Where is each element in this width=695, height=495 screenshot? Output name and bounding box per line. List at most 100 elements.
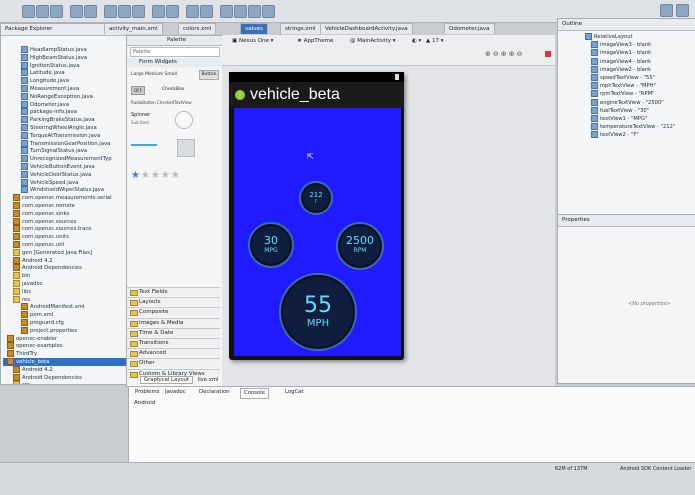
outline-item[interactable]: textView1 - "MPG" (585, 115, 647, 123)
bottom-tab[interactable]: LogCat (282, 388, 306, 397)
palette-section[interactable]: Advanced (127, 348, 220, 358)
palette-section[interactable]: Composite (127, 307, 220, 317)
memory-indicator[interactable]: 62M of 137M (555, 466, 588, 472)
bottom-tab[interactable]: Problems (132, 388, 162, 397)
explorer-item[interactable]: com.openxc.remote (3, 202, 126, 210)
explorer-item[interactable]: TurnSignalStatus.java (3, 147, 126, 155)
explorer-item[interactable]: Android 4.2 (3, 365, 126, 374)
new-icon[interactable] (22, 5, 35, 18)
toggle-button-widget[interactable]: OFF (131, 86, 145, 95)
palette-search-field[interactable]: Palette (130, 47, 220, 57)
error-icon[interactable] (545, 51, 551, 57)
api-level-selector[interactable]: ▲ 17 ▾ (426, 38, 444, 44)
button-widget[interactable]: Button (199, 70, 219, 80)
explorer-item[interactable]: com.openxc.sources.trace (3, 225, 126, 233)
bottom-tab[interactable]: Javadoc (162, 388, 189, 397)
palette-section[interactable]: Transitions (127, 338, 220, 347)
history-icon[interactable] (262, 5, 275, 18)
editor-tab[interactable]: colors.xml (178, 23, 217, 34)
graphical-layout-tab[interactable]: Graphical Layout (140, 376, 194, 384)
explorer-item[interactable]: openxc-examples (3, 342, 126, 350)
outline-item[interactable]: rpmTextView - "RPM" (585, 90, 654, 98)
explorer-item[interactable]: res (3, 295, 126, 304)
editor-tab[interactable]: strings.xml (280, 23, 321, 34)
palette-section[interactable]: Images & Media (127, 317, 220, 327)
explorer-item[interactable]: com.openxc.sources (3, 217, 126, 226)
explorer-item[interactable]: TransmissionGearPosition.java (3, 139, 126, 148)
bottom-tab[interactable]: Console (240, 388, 270, 399)
search-icon[interactable] (200, 5, 213, 18)
locale-icon[interactable]: ◐ ▾ (412, 38, 421, 44)
explorer-item[interactable]: vehicle_beta (3, 358, 126, 366)
outline-item[interactable]: imageView2 - blank (585, 65, 651, 74)
explorer-item[interactable]: WindshieldWiperStatus.java (3, 186, 126, 194)
explorer-item[interactable]: HeadlampStatus.java (3, 46, 126, 54)
explorer-item[interactable]: NoRangeException.java (3, 92, 126, 101)
save-icon[interactable] (36, 5, 49, 18)
seekbar-widget[interactable] (131, 144, 157, 146)
editor-tab[interactable]: activity_main.xml (104, 23, 163, 34)
editor-tab[interactable]: values (240, 23, 268, 34)
open-type-icon[interactable] (186, 5, 199, 18)
external-tools-icon[interactable] (132, 5, 145, 18)
palette-section-form-widgets[interactable]: Form Widgets (127, 58, 222, 67)
explorer-item[interactable]: bin (3, 272, 126, 280)
new-class-icon[interactable] (166, 5, 179, 18)
android-sdk-icon[interactable] (70, 5, 83, 18)
explorer-item[interactable]: com.openxc.measurements.serial (3, 194, 126, 202)
explorer-item[interactable]: Android 4.2 (3, 256, 126, 265)
outline-item[interactable]: imageView1 - blank (585, 49, 651, 57)
device-selector[interactable]: ▣ Nexus One ▾ (232, 38, 273, 44)
print-icon[interactable] (50, 5, 63, 18)
palette-section[interactable]: Text Fields (127, 287, 220, 296)
debug-icon[interactable] (104, 5, 117, 18)
explorer-item[interactable]: com.openxc.util (3, 241, 126, 249)
outline-item[interactable]: speedTextView - "55" (585, 74, 655, 82)
forward-icon[interactable] (248, 5, 261, 18)
avd-manager-icon[interactable] (84, 5, 97, 18)
outline-item[interactable]: temperatureTextView - "212" (585, 123, 675, 131)
explorer-item[interactable]: com.openxc.units (3, 233, 126, 241)
editor-tab[interactable]: Odometer.java (444, 23, 495, 34)
explorer-item[interactable]: com.openxc.sinks (3, 209, 126, 218)
spinner-widget[interactable]: Spinner (131, 112, 150, 118)
explorer-item[interactable]: HighBeamStatus.java (3, 53, 126, 62)
palette-section[interactable]: Time & Date (127, 327, 220, 337)
editor-tab[interactable]: VehicleDashboardActivity.java (320, 23, 413, 34)
theme-selector[interactable]: ★ AppTheme (297, 38, 333, 44)
explorer-item[interactable]: javadoc (3, 280, 126, 288)
properties-tab[interactable]: Properties (558, 215, 695, 227)
outline-item[interactable]: engineTextView - "2500" (585, 98, 664, 107)
explorer-item[interactable]: VehicleDoorStatus.java (3, 170, 126, 179)
explorer-item[interactable]: TorqueAtTransmission.java (3, 131, 126, 140)
outline-item[interactable]: imageView3 - blank (585, 41, 651, 49)
xml-source-tab[interactable]: live.xml (195, 377, 222, 383)
explorer-item[interactable]: VehicleButtonEvent.java (3, 163, 126, 171)
palette-section[interactable]: Other (127, 358, 220, 368)
explorer-item[interactable]: IgnitionStatus.java (3, 61, 126, 70)
zoom-controls-icon[interactable]: ⊕⊖⊕⊕⊖ (485, 50, 524, 58)
explorer-item[interactable]: Latitude.java (3, 69, 126, 77)
explorer-item[interactable]: Android Dependencies (3, 373, 126, 382)
outline-tab[interactable]: Outline (558, 19, 695, 31)
explorer-item[interactable]: pom.xml (3, 311, 126, 319)
explorer-item[interactable]: Measurement.java (3, 85, 126, 93)
outline-item[interactable]: imageView4 - blank (585, 57, 651, 66)
outline-item[interactable]: fuelTextView - "30" (585, 106, 649, 115)
progress-widget[interactable] (175, 111, 193, 129)
back-icon[interactable] (234, 5, 247, 18)
outline-item[interactable]: mphTextView - "MPH" (585, 82, 656, 90)
explorer-item[interactable]: Odometer.java (3, 100, 126, 109)
explorer-item[interactable]: Longitude.java (3, 77, 126, 85)
annotation-icon[interactable] (220, 5, 233, 18)
explorer-item[interactable]: src (3, 381, 126, 384)
explorer-item[interactable]: ThirdTry (3, 350, 126, 358)
perspective-ddms-icon[interactable] (676, 4, 689, 17)
rpm-gauge[interactable]: 2500 RPM (336, 222, 384, 270)
explorer-item[interactable]: ParkingBrakeStatus.java (3, 116, 126, 124)
explorer-item[interactable]: project.properties (3, 326, 126, 335)
new-java-package-icon[interactable] (152, 5, 165, 18)
speed-gauge[interactable]: 55 MPH (279, 273, 357, 351)
explorer-item[interactable]: libs (3, 287, 126, 296)
explorer-item[interactable]: openxc-enabler (3, 334, 126, 343)
